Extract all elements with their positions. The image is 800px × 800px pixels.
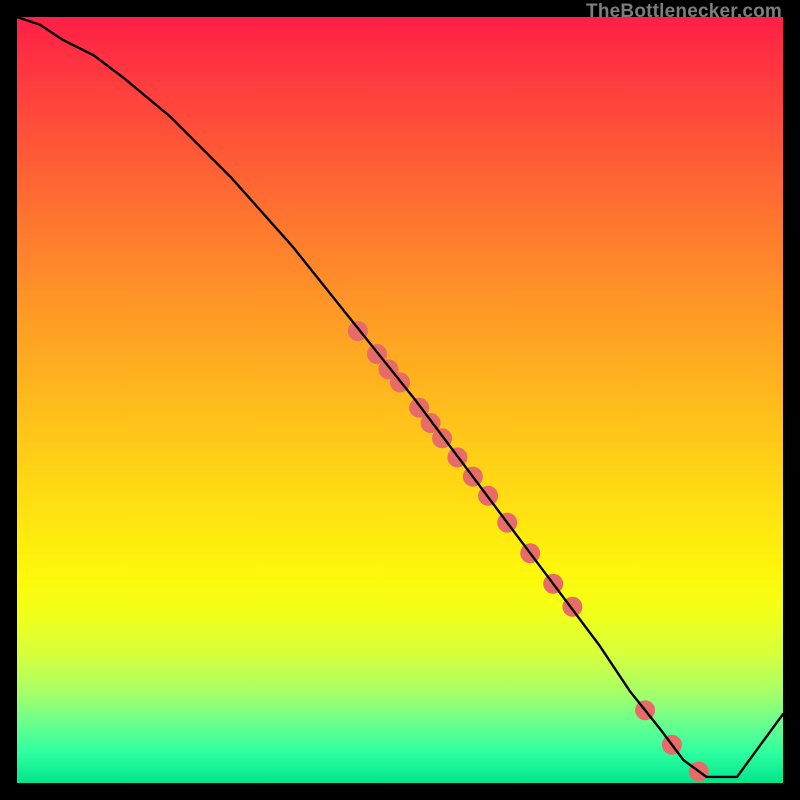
attribution-label: TheBottlenecker.com xyxy=(586,1,782,23)
chart-frame: TheBottlenecker.com xyxy=(0,0,800,800)
bottleneck-curve xyxy=(17,17,783,777)
plot-svg xyxy=(17,17,783,783)
plot-area xyxy=(17,17,783,783)
